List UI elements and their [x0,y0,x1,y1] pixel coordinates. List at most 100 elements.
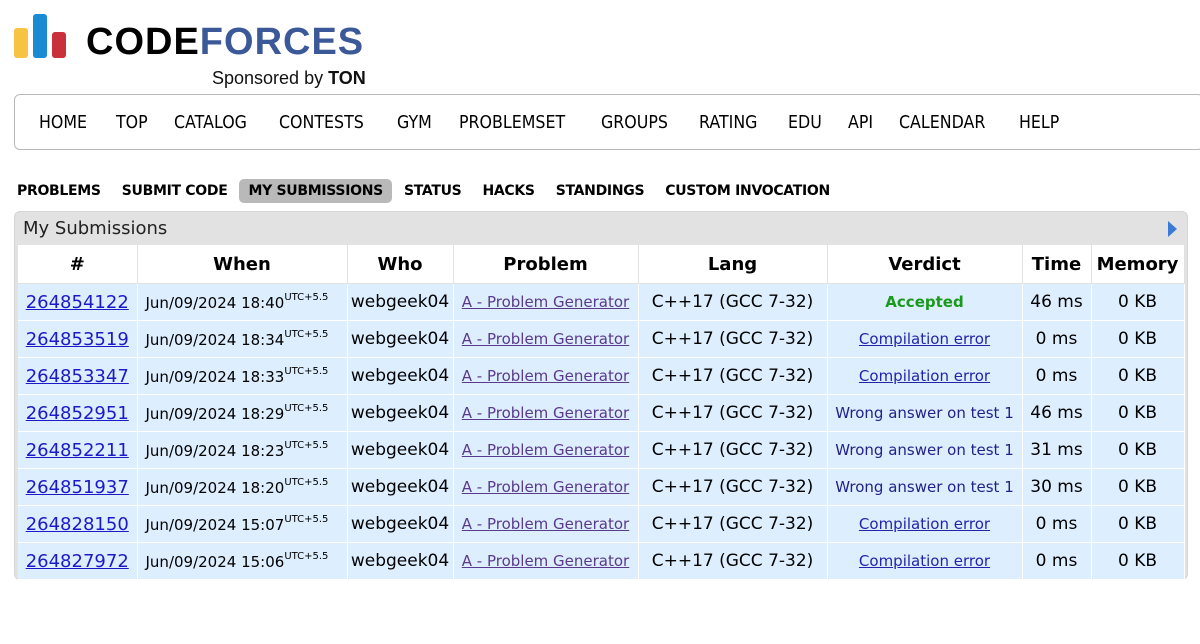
verdict-ce[interactable]: Compilation error [859,367,990,385]
submenu-item-submit-code[interactable]: SUBMIT CODE [113,179,237,203]
problem-link[interactable]: A - Problem Generator [462,367,629,385]
timezone-label: UTC+5.5 [284,329,329,340]
problem-cell: A - Problem Generator [453,357,639,395]
who-cell[interactable]: webgeek04 [347,542,454,580]
time-cell: 46 ms [1022,394,1092,432]
submission-id-link[interactable]: 264852951 [26,403,129,424]
who-cell[interactable]: webgeek04 [347,320,454,358]
time-cell: 30 ms [1022,468,1092,506]
submenu-item-problems[interactable]: PROBLEMS [8,179,110,203]
column-header-when[interactable]: When [137,245,348,284]
column-header-verdict[interactable]: Verdict [827,245,1023,284]
lang-cell: C++17 (GCC 7-32) [638,320,828,358]
menu-item-groups[interactable]: GROUPS [601,112,668,133]
submission-id-link[interactable]: 264851937 [26,477,129,498]
when-cell: Jun/09/2024 15:07UTC+5.5 [137,505,348,543]
memory-cell: 0 KB [1091,505,1185,543]
codeforces-logo[interactable]: CODEFORCES Sponsored by TON [14,12,394,88]
timezone-label: UTC+5.5 [284,366,329,377]
second-level-menu: PROBLEMS SUBMIT CODE MY SUBMISSIONS STATUS H… [8,177,842,204]
verdict-cell: Compilation error [827,320,1023,358]
submenu-item-status[interactable]: STATUS [395,179,471,203]
verdict-wa: Wrong answer on test 1 [835,441,1014,459]
column-header-who[interactable]: Who [347,245,454,284]
submission-id-link[interactable]: 264827972 [26,551,129,572]
time-cell: 0 ms [1022,542,1092,580]
problem-link[interactable]: A - Problem Generator [462,293,629,311]
memory-cell: 0 KB [1091,283,1185,321]
verdict-cell: Wrong answer on test 1 [827,394,1023,432]
submission-time: Jun/09/2024 15:06 [145,553,285,571]
submission-id-cell: 264828150 [18,505,138,543]
problem-link[interactable]: A - Problem Generator [462,515,629,533]
verdict-accepted[interactable]: Accepted [885,293,963,311]
problem-cell: A - Problem Generator [453,320,639,358]
column-header-memory[interactable]: Memory [1091,245,1185,284]
column-header-id[interactable]: # [18,245,138,284]
who-cell[interactable]: webgeek04 [347,283,454,321]
menu-item-api[interactable]: API [848,112,873,133]
submission-id-link[interactable]: 264828150 [26,514,129,535]
menu-item-home[interactable]: HOME [39,112,87,133]
menu-item-contests[interactable]: CONTESTS [279,112,364,133]
who-cell[interactable]: webgeek04 [347,468,454,506]
verdict-wa: Wrong answer on test 1 [835,404,1014,422]
lang-cell: C++17 (GCC 7-32) [638,283,828,321]
when-cell: Jun/09/2024 18:29UTC+5.5 [137,394,348,432]
menu-item-gym[interactable]: GYM [397,112,432,133]
submission-time: Jun/09/2024 18:29 [145,405,285,423]
timezone-label: UTC+5.5 [284,514,329,525]
menu-item-rating[interactable]: RATING [699,112,757,133]
time-cell: 0 ms [1022,320,1092,358]
submenu-item-custom-invocation[interactable]: CUSTOM INVOCATION [656,179,839,203]
problem-cell: A - Problem Generator [453,283,639,321]
time-cell: 46 ms [1022,283,1092,321]
submenu-item-my-submissions[interactable]: MY SUBMISSIONS [239,178,392,203]
table-header-row: # When Who Problem Lang Verdict Time Memory [18,245,1185,284]
submission-id-link[interactable]: 264853519 [26,329,129,350]
timezone-label: UTC+5.5 [284,551,329,562]
lang-cell: C++17 (GCC 7-32) [638,542,828,580]
problem-link[interactable]: A - Problem Generator [462,441,629,459]
submission-id-link[interactable]: 264853347 [26,366,129,387]
who-cell[interactable]: webgeek04 [347,357,454,395]
submenu-item-standings[interactable]: STANDINGS [547,179,654,203]
submission-id-cell: 264853347 [18,357,138,395]
who-cell[interactable]: webgeek04 [347,505,454,543]
submenu-item-hacks[interactable]: HACKS [473,179,543,203]
table-row: 264853519 Jun/09/2024 18:34UTC+5.5 webgeek… [18,320,1185,358]
who-cell[interactable]: webgeek04 [347,431,454,469]
table-row: 264852951 Jun/09/2024 18:29UTC+5.5 webgeek… [18,394,1185,432]
arrow-right-icon[interactable] [1168,221,1177,237]
menu-item-problemset[interactable]: PROBLEMSET [459,112,565,133]
table-row: 264852211 Jun/09/2024 18:23UTC+5.5 webgeek… [18,431,1185,469]
submission-time: Jun/09/2024 18:40 [145,294,285,312]
menu-item-help[interactable]: HELP [1019,112,1059,133]
column-header-problem[interactable]: Problem [453,245,639,284]
lang-cell: C++17 (GCC 7-32) [638,505,828,543]
verdict-cell: Compilation error [827,357,1023,395]
column-header-lang[interactable]: Lang [638,245,828,284]
submission-id-cell: 264852951 [18,394,138,432]
table-row: 264853347 Jun/09/2024 18:33UTC+5.5 webgeek… [18,357,1185,395]
memory-cell: 0 KB [1091,357,1185,395]
problem-link[interactable]: A - Problem Generator [462,552,629,570]
menu-item-edu[interactable]: EDU [788,112,822,133]
column-header-time[interactable]: Time [1022,245,1092,284]
who-cell[interactable]: webgeek04 [347,394,454,432]
menu-item-top[interactable]: TOP [116,112,148,133]
verdict-ce[interactable]: Compilation error [859,515,990,533]
memory-cell: 0 KB [1091,468,1185,506]
menu-item-calendar[interactable]: CALENDAR [899,112,985,133]
problem-link[interactable]: A - Problem Generator [462,478,629,496]
submission-id-link[interactable]: 264854122 [26,292,129,313]
problem-link[interactable]: A - Problem Generator [462,404,629,422]
timezone-label: UTC+5.5 [284,403,329,414]
submission-id-link[interactable]: 264852211 [26,440,129,461]
submission-time: Jun/09/2024 18:20 [145,479,285,497]
menu-item-catalog[interactable]: CATALOG [174,112,247,133]
problem-link[interactable]: A - Problem Generator [462,330,629,348]
verdict-ce[interactable]: Compilation error [859,552,990,570]
verdict-ce[interactable]: Compilation error [859,330,990,348]
verdict-wa: Wrong answer on test 1 [835,478,1014,496]
